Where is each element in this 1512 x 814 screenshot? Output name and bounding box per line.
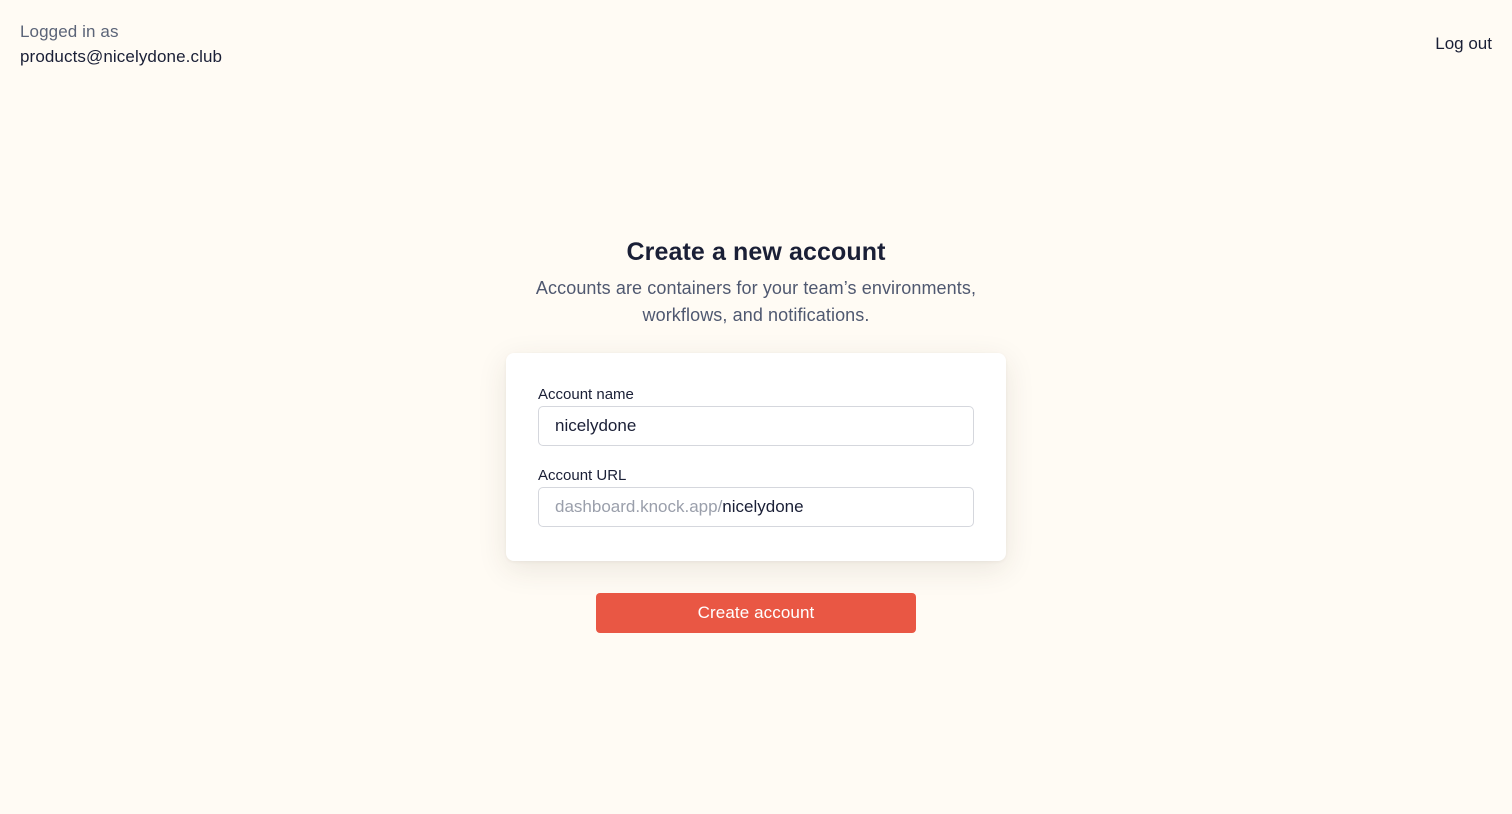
logout-button[interactable]: Log out — [1435, 33, 1492, 55]
page: Logged in as products@nicelydone.club Lo… — [0, 0, 1512, 814]
user-email: products@nicelydone.club — [20, 47, 223, 66]
create-account-section: Create a new account Accounts are contai… — [0, 236, 1512, 633]
account-url-input[interactable] — [722, 497, 957, 517]
logged-in-label: Logged in as — [20, 22, 119, 41]
account-url-group: Account URL dashboard.knock.app/ — [538, 466, 974, 527]
account-name-field[interactable] — [538, 406, 974, 446]
account-name-input[interactable] — [555, 416, 957, 436]
account-name-group: Account name — [538, 385, 974, 446]
page-title: Create a new account — [626, 238, 886, 266]
create-account-button[interactable]: Create account — [596, 593, 916, 633]
account-form-card: Account name Account URL dashboard.knock… — [506, 353, 1006, 561]
user-info: Logged in as products@nicelydone.club — [20, 21, 222, 69]
account-url-label: Account URL — [538, 467, 627, 484]
account-url-prefix: dashboard.knock.app/ — [555, 497, 723, 516]
account-name-label: Account name — [538, 386, 634, 403]
account-url-field[interactable]: dashboard.knock.app/ — [538, 487, 974, 527]
page-subtitle: Accounts are containers for your team’s … — [535, 278, 977, 325]
